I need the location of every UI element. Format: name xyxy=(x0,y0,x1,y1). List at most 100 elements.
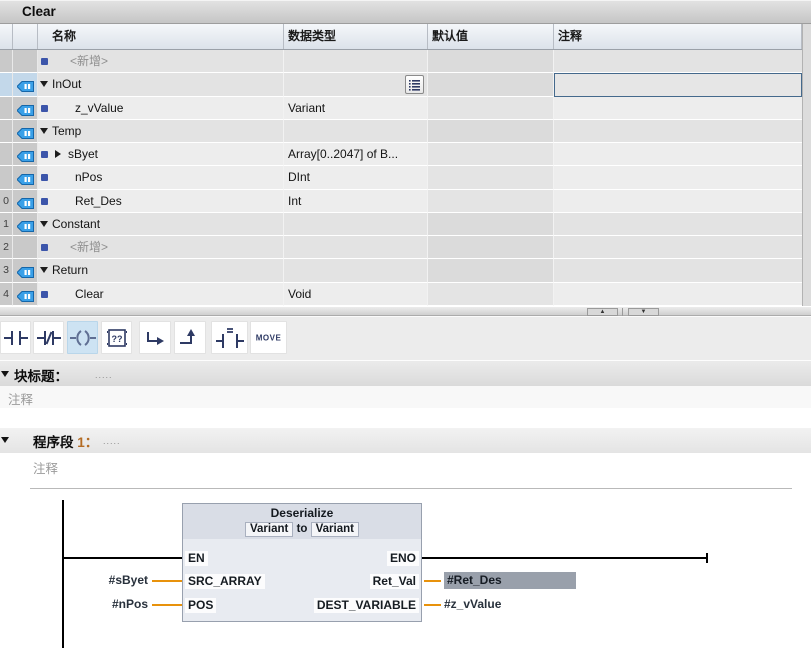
type-to-dropdown[interactable]: Variant xyxy=(311,522,359,537)
collapse-section-icon[interactable] xyxy=(40,81,48,87)
variable-name[interactable]: <新增> xyxy=(70,50,108,72)
datatype-cell[interactable] xyxy=(284,73,428,96)
name-cell[interactable]: Return xyxy=(38,259,284,282)
toolbar-contact-open-button[interactable] xyxy=(0,321,31,354)
toolbar-empty-box-button[interactable]: ?? xyxy=(101,321,132,354)
output-pin-ret_val[interactable]: Ret_Val xyxy=(370,574,419,589)
datatype-cell[interactable] xyxy=(284,213,428,236)
comment-cell[interactable] xyxy=(554,120,802,143)
variable-name[interactable]: Clear xyxy=(75,283,104,305)
name-cell[interactable]: Constant xyxy=(38,213,284,236)
default-value-cell[interactable] xyxy=(428,73,554,96)
comment-cell[interactable] xyxy=(554,259,802,282)
header-datatype[interactable]: 数据类型 xyxy=(284,24,428,49)
toolbar-coil-button[interactable] xyxy=(67,321,98,354)
input-pin-pos[interactable]: POS xyxy=(185,598,216,613)
name-cell[interactable]: InOut xyxy=(38,73,284,96)
output-pin-dest_variable[interactable]: DEST_VARIABLE xyxy=(314,598,419,613)
table-row[interactable]: 3Return xyxy=(0,259,811,282)
toolbar-contact-closed-button[interactable] xyxy=(33,321,64,354)
datatype-cell[interactable]: Array[0..2047] of B... xyxy=(284,143,428,166)
input-pin-src_array[interactable]: SRC_ARRAY xyxy=(185,574,265,589)
default-value-cell[interactable] xyxy=(428,120,554,143)
type-from-dropdown[interactable]: Variant xyxy=(245,522,293,537)
operand-z-vvalue[interactable]: #z_vValue xyxy=(444,596,501,613)
operand-sbyet[interactable]: #sByet xyxy=(60,572,148,589)
variable-name[interactable]: Constant xyxy=(52,213,100,235)
default-value-cell[interactable] xyxy=(428,259,554,282)
default-value-cell[interactable] xyxy=(428,213,554,236)
output-pin-eno[interactable]: ENO xyxy=(387,551,419,566)
comment-cell[interactable] xyxy=(554,50,802,73)
datatype-picker-button[interactable] xyxy=(405,75,424,94)
name-cell[interactable]: Clear xyxy=(38,283,284,306)
scroll-up-button[interactable]: ▲ xyxy=(587,308,618,316)
comment-cell[interactable] xyxy=(554,213,802,236)
datatype-cell[interactable]: Void xyxy=(284,283,428,306)
comment-cell[interactable] xyxy=(554,166,802,189)
toolbar-close-branch-button[interactable] xyxy=(174,321,206,354)
default-value-cell[interactable] xyxy=(428,143,554,166)
variable-name[interactable]: Temp xyxy=(52,120,81,142)
comment-cell[interactable] xyxy=(554,143,802,166)
variable-name[interactable]: InOut xyxy=(52,73,81,95)
name-cell[interactable]: <新增> xyxy=(38,236,284,259)
name-cell[interactable]: Temp xyxy=(38,120,284,143)
header-comment[interactable]: 注释 xyxy=(554,24,802,49)
toolbar-open-branch-button[interactable] xyxy=(139,321,171,354)
default-value-cell[interactable] xyxy=(428,190,554,213)
default-value-cell[interactable] xyxy=(428,283,554,306)
scroll-down-button[interactable]: ▼ xyxy=(628,308,659,316)
name-cell[interactable]: sByet xyxy=(38,143,284,166)
collapse-section-icon[interactable] xyxy=(40,221,48,227)
default-value-cell[interactable] xyxy=(428,50,554,73)
variable-name[interactable]: z_vValue xyxy=(75,97,123,119)
operand-ret-des[interactable]: #Ret_Des xyxy=(444,572,576,589)
default-value-cell[interactable] xyxy=(428,97,554,120)
comment-cell[interactable] xyxy=(554,283,802,306)
expand-array-icon[interactable] xyxy=(55,150,61,158)
datatype-cell[interactable] xyxy=(284,120,428,143)
name-cell[interactable]: <新增> xyxy=(38,50,284,73)
table-row[interactable]: InOut xyxy=(0,73,811,96)
collapse-network-icon[interactable] xyxy=(1,437,9,443)
variable-name[interactable]: nPos xyxy=(75,166,102,188)
datatype-cell[interactable] xyxy=(284,50,428,73)
header-name[interactable]: 名称 xyxy=(38,24,284,49)
table-row[interactable]: z_vValue Variant xyxy=(0,97,811,120)
datatype-cell[interactable]: DInt xyxy=(284,166,428,189)
datatype-cell[interactable] xyxy=(284,259,428,282)
operand-npos[interactable]: #nPos xyxy=(60,596,148,613)
table-row[interactable]: Temp xyxy=(0,120,811,143)
datatype-cell[interactable]: Variant xyxy=(284,97,428,120)
deserialize-block[interactable]: Deserialize Variant to Variant ENSRC_ARR… xyxy=(182,503,422,622)
comment-cell[interactable] xyxy=(554,97,802,120)
block-comment-area[interactable]: 注释 xyxy=(0,386,811,408)
table-row[interactable]: sByet Array[0..2047] of B... xyxy=(0,143,811,166)
table-row[interactable]: <新增> xyxy=(0,50,811,73)
network-comment-placeholder[interactable]: 注释 xyxy=(33,458,58,477)
datatype-cell[interactable]: Int xyxy=(284,190,428,213)
network-title-placeholder[interactable]: ..... xyxy=(103,436,121,446)
variable-name[interactable]: <新增> xyxy=(70,236,108,258)
block-instruction-name[interactable]: Deserialize xyxy=(183,506,421,520)
table-vertical-scroll-track[interactable] xyxy=(802,24,811,306)
toolbar-move-button[interactable]: MOVE xyxy=(250,321,287,354)
variable-name[interactable]: Return xyxy=(52,259,88,281)
collapse-section-icon[interactable] xyxy=(40,128,48,134)
default-value-cell[interactable] xyxy=(428,236,554,259)
datatype-cell[interactable] xyxy=(284,236,428,259)
name-cell[interactable]: nPos xyxy=(38,166,284,189)
table-row[interactable]: nPos DInt xyxy=(0,166,811,189)
input-pin-en[interactable]: EN xyxy=(185,551,208,566)
table-row[interactable]: 2<新增> xyxy=(0,236,811,259)
table-row[interactable]: 0Ret_DesInt xyxy=(0,190,811,213)
name-cell[interactable]: z_vValue xyxy=(38,97,284,120)
variable-name[interactable]: sByet xyxy=(68,143,98,165)
collapse-section-icon[interactable] xyxy=(40,267,48,273)
header-default[interactable]: 默认值 xyxy=(428,24,554,49)
block-comment-placeholder[interactable]: 注释 xyxy=(8,389,33,408)
default-value-cell[interactable] xyxy=(428,166,554,189)
toolbar-compare-button[interactable] xyxy=(211,321,248,354)
collapse-block-title-icon[interactable] xyxy=(1,371,9,377)
